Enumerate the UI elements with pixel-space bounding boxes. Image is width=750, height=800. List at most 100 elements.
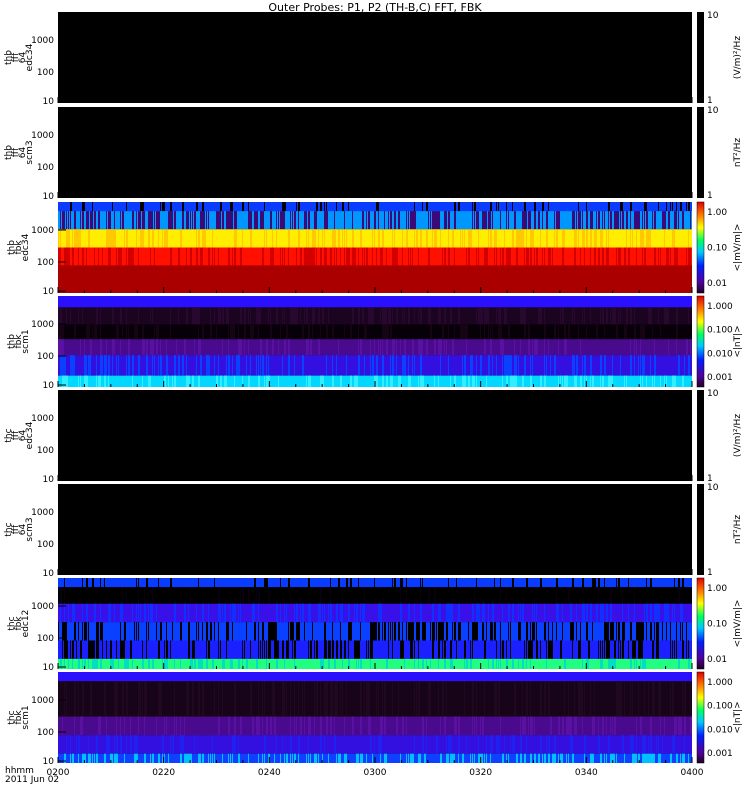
spectrogram-stripe xyxy=(58,307,59,325)
spectrogram-stripe xyxy=(502,339,504,356)
spectrogram-stripe xyxy=(558,375,559,387)
spectrogram-stripe xyxy=(348,603,350,623)
spectrogram-stripe xyxy=(626,211,628,230)
spectrogram-stripe xyxy=(448,229,449,248)
spectrogram-stripe xyxy=(96,307,98,325)
spectrogram-stripe xyxy=(106,716,107,736)
spectrogram-stripe xyxy=(330,716,332,736)
spectrogram-stripe xyxy=(84,339,85,356)
spectrogram-stripe xyxy=(330,640,331,659)
spectrogram-stripe xyxy=(542,211,543,230)
spectrogram-stripe xyxy=(448,247,450,266)
spectrogram-stripe xyxy=(628,247,630,266)
spectrogram-stripe xyxy=(208,640,210,659)
spectrogram-stripe xyxy=(392,355,394,376)
spectrogram-stripe xyxy=(476,375,477,387)
spectrogram-stripe xyxy=(392,375,393,387)
spectrogram-stripe xyxy=(254,622,256,641)
spectrogram-stripe xyxy=(196,603,197,623)
spectrogram-stripe xyxy=(650,753,652,763)
spectrogram-stripe xyxy=(622,735,624,754)
spectrogram-stripe xyxy=(320,716,322,736)
spectrogram-stripe xyxy=(238,735,239,754)
spectrogram-stripe xyxy=(82,622,83,641)
spectrogram-stripe xyxy=(500,578,501,588)
spectrogram-stripe xyxy=(552,753,554,763)
spectrogram-stripe xyxy=(642,229,644,248)
spectrogram-stripe xyxy=(666,622,667,641)
spectrogram-stripe xyxy=(84,355,86,376)
spectrogram-stripe xyxy=(502,355,503,376)
spectrogram-stripe xyxy=(336,603,338,623)
spectrogram-stripe xyxy=(186,211,188,230)
spectrogram-stripe xyxy=(510,247,511,266)
spectrogram-stripe xyxy=(84,202,85,212)
spectrogram-stripe xyxy=(676,622,677,641)
spectrogram-stripe xyxy=(420,587,421,604)
spectrogram-stripe xyxy=(600,753,602,763)
spectrogram-stripe xyxy=(660,681,661,717)
spectrogram-stripe xyxy=(198,324,199,340)
spectrogram-stripe xyxy=(122,211,124,230)
spectrogram-stripe xyxy=(472,603,474,623)
spectrogram-stripe xyxy=(632,735,634,754)
spectrogram-stripe xyxy=(678,587,680,604)
spectrogram-stripe xyxy=(126,307,127,325)
spectrogram-stripe xyxy=(256,307,258,325)
spectrogram-stripe xyxy=(650,716,652,736)
spectrogram-stripe xyxy=(178,355,180,376)
spectrogram-stripe xyxy=(422,339,423,356)
spectrogram-stripe xyxy=(326,324,328,340)
spectrogram-stripe xyxy=(60,355,62,376)
spectrogram-stripe xyxy=(70,735,71,754)
spectrogram-stripe xyxy=(78,247,79,266)
spectrogram-stripe xyxy=(450,753,452,763)
spectrogram-stripe xyxy=(616,753,617,763)
spectrogram-stripe xyxy=(370,735,372,754)
spectrogram-stripe xyxy=(248,753,249,763)
spectrogram-stripe xyxy=(558,603,559,623)
spectrogram-stripe xyxy=(396,307,398,325)
spectrogram-stripe xyxy=(258,375,260,387)
spectrogram-stripe xyxy=(360,339,362,356)
spectrogram-stripe xyxy=(278,640,279,659)
spectrogram-stripe xyxy=(676,716,677,736)
spectrogram-stripe xyxy=(150,247,151,266)
spectrogram-stripe xyxy=(148,603,149,623)
spectrogram-stripe xyxy=(524,716,526,736)
spectrogram-stripe xyxy=(78,658,80,669)
spectrogram-stripe xyxy=(276,603,278,623)
spectrogram-stripe xyxy=(648,753,650,763)
spectrogram-stripe xyxy=(636,622,638,641)
spectrogram-stripe xyxy=(74,622,76,641)
spectrogram-stripe xyxy=(288,640,289,659)
spectrogram-stripe xyxy=(120,640,122,659)
spectrogram-stripe xyxy=(590,229,592,248)
spectrogram-stripe xyxy=(194,211,196,230)
spectrogram-stripe xyxy=(258,307,260,325)
spectrogram-stripe xyxy=(192,375,194,387)
spectrogram-stripe xyxy=(628,578,629,588)
spectrogram-stripe xyxy=(464,640,466,659)
spectrogram-stripe xyxy=(506,202,507,212)
colorbar-tick-label: 1.00 xyxy=(707,584,727,594)
spectrogram-stripe xyxy=(306,307,308,325)
spectrogram-stripe xyxy=(534,247,535,266)
spectrogram-stripe xyxy=(644,753,646,763)
spectrogram-stripe xyxy=(218,211,220,230)
spectrogram-stripe xyxy=(436,211,438,230)
spectrogram-stripe xyxy=(218,355,219,376)
spectrogram-stripe xyxy=(516,375,517,387)
spectrogram-stripe xyxy=(446,681,447,717)
spectrogram-stripe xyxy=(478,603,480,623)
spectrogram-stripe xyxy=(688,753,689,763)
spectrogram-stripe xyxy=(650,229,651,248)
spectrogram-stripe xyxy=(294,603,295,623)
spectrogram-stripe xyxy=(666,202,667,212)
spectrogram-stripe xyxy=(388,622,389,641)
spectrogram-stripe xyxy=(504,229,505,248)
spectrogram-stripe xyxy=(240,339,242,356)
spectrogram-stripe xyxy=(210,622,212,641)
spectrogram-stripe xyxy=(112,307,114,325)
spectrogram-stripe xyxy=(676,324,678,340)
